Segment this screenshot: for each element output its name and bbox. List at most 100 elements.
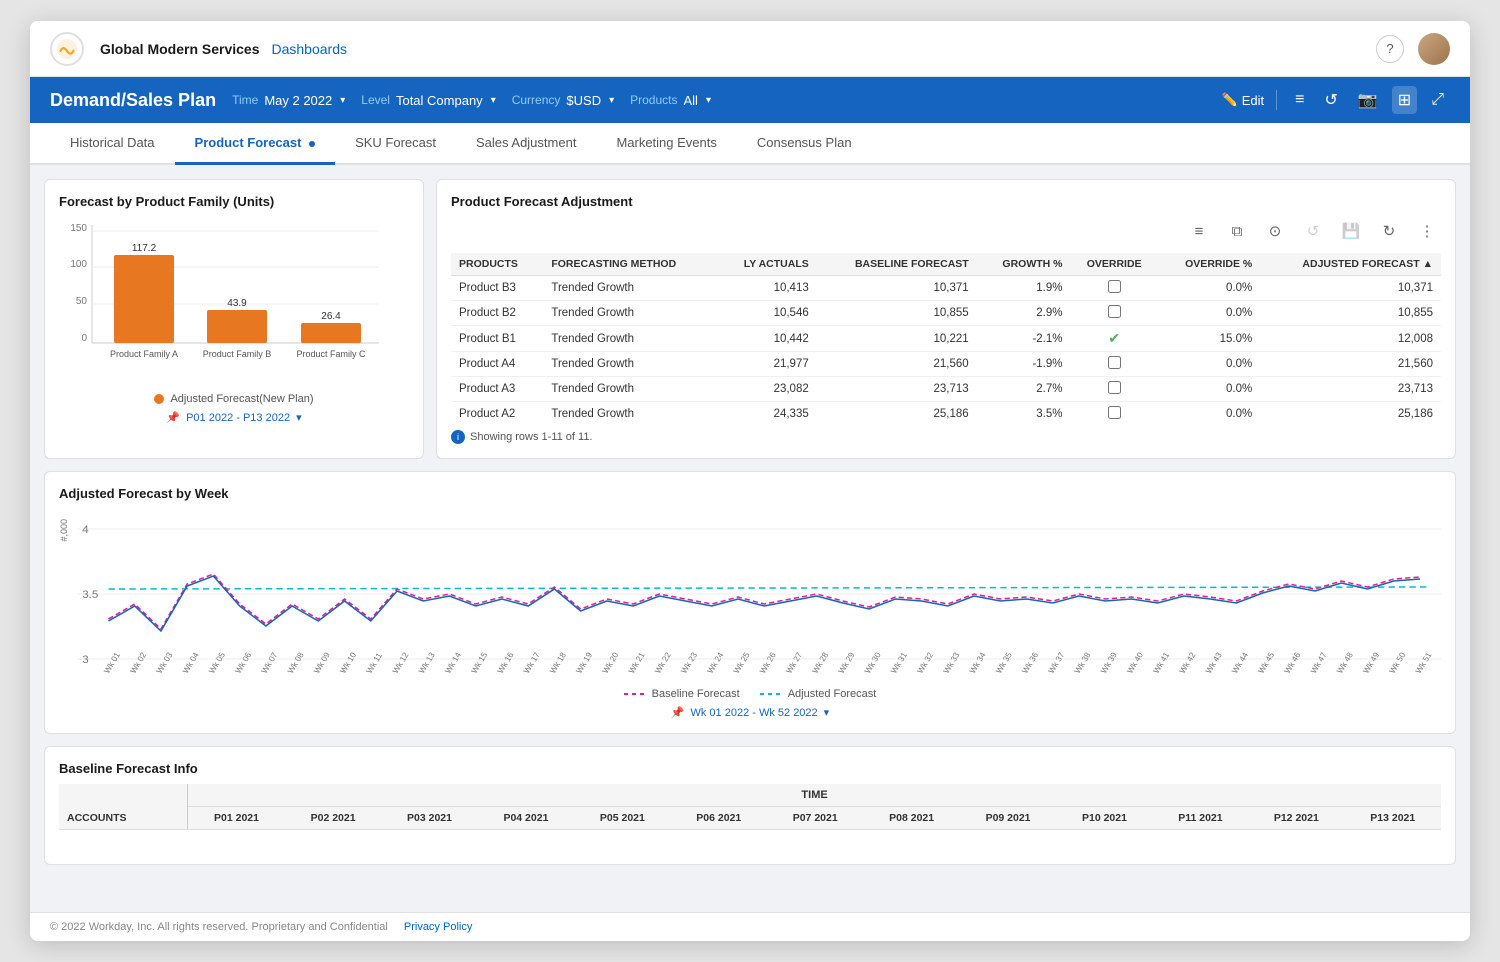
- company-name: Global Modern Services: [100, 41, 260, 57]
- cell-override[interactable]: [1070, 402, 1157, 425]
- override-checkbox[interactable]: [1108, 406, 1121, 419]
- cell-override-pct: 0.0%: [1158, 402, 1260, 425]
- override-checkbox[interactable]: [1108, 381, 1121, 394]
- time-period-header: P06 2021: [671, 807, 767, 830]
- bar-chart-svg: 150 100 50 0: [59, 217, 399, 387]
- bar-product-family-c[interactable]: [301, 323, 361, 343]
- bar-product-family-b[interactable]: [207, 310, 267, 343]
- col-ly-actuals: LY ACTUALS: [717, 253, 817, 276]
- blue-toolbar: Demand/Sales Plan Time May 2 2022 ▾ Leve…: [30, 77, 1470, 123]
- svg-text:Wk 04: Wk 04: [181, 651, 201, 675]
- cell-growth: -1.9%: [977, 352, 1071, 377]
- expand-icon-btn[interactable]: ⤢: [1425, 87, 1450, 113]
- svg-text:Wk 49: Wk 49: [1361, 651, 1381, 675]
- cell-override[interactable]: [1070, 352, 1157, 377]
- filter-toolbar-icon[interactable]: ≡: [1185, 217, 1213, 245]
- tab-dot: [309, 141, 315, 147]
- override-checkbox[interactable]: [1108, 305, 1121, 318]
- svg-text:Product Family B: Product Family B: [203, 349, 272, 359]
- edit-label: Edit: [1242, 93, 1264, 108]
- legend-dot-icon: [154, 394, 164, 404]
- cell-override-pct: 0.0%: [1158, 352, 1260, 377]
- cell-ly-actuals: 24,335: [717, 402, 817, 425]
- help-icon[interactable]: ?: [1376, 35, 1404, 63]
- svg-text:3: 3: [82, 654, 88, 666]
- copy-toolbar-icon[interactable]: ⧉: [1223, 217, 1251, 245]
- svg-text:Wk 07: Wk 07: [260, 651, 280, 675]
- line-time-range-value: Wk 01 2022 - Wk 52 2022: [690, 707, 817, 719]
- tabs-bar: Historical Data Product Forecast SKU For…: [30, 123, 1470, 165]
- dashboards-link[interactable]: Dashboards: [272, 41, 348, 57]
- svg-text:Wk 09: Wk 09: [312, 651, 332, 675]
- currency-filter[interactable]: Currency $USD ▾: [512, 93, 614, 108]
- svg-text:3.5: 3.5: [82, 589, 98, 601]
- settings-toolbar-icon[interactable]: ⊙: [1261, 217, 1289, 245]
- table-row: Product A4 Trended Growth 21,977 21,560 …: [451, 352, 1441, 377]
- svg-text:Wk 24: Wk 24: [706, 651, 726, 675]
- override-checkbox[interactable]: [1108, 280, 1121, 293]
- svg-text:43.9: 43.9: [227, 298, 247, 309]
- svg-text:Wk 37: Wk 37: [1047, 651, 1067, 675]
- user-avatar[interactable]: [1418, 33, 1450, 65]
- svg-text:Wk 18: Wk 18: [548, 651, 568, 675]
- bar-chart-time-range[interactable]: 📌 P01 2022 - P13 2022 ▾: [59, 411, 409, 424]
- pencil-icon: ✏️: [1222, 92, 1238, 108]
- svg-text:Wk 36: Wk 36: [1020, 651, 1040, 675]
- level-value: Total Company: [396, 93, 483, 108]
- bar-chart-panel: Forecast by Product Family (Units) 150 1…: [44, 179, 424, 459]
- products-filter[interactable]: Products All ▾: [630, 93, 711, 108]
- tab-marketing-events[interactable]: Marketing Events: [596, 123, 736, 165]
- baseline-empty-row: [59, 830, 1441, 850]
- bar-chart-legend: Adjusted Forecast(New Plan): [59, 393, 409, 405]
- time-filter[interactable]: Time May 2 2022 ▾: [232, 93, 345, 108]
- tab-historical-data[interactable]: Historical Data: [50, 123, 175, 165]
- svg-text:Wk 08: Wk 08: [286, 651, 306, 675]
- time-period-header: P02 2021: [285, 807, 381, 830]
- undo-toolbar-icon[interactable]: ↺: [1299, 217, 1327, 245]
- filter-icon-btn[interactable]: ≡: [1289, 87, 1310, 113]
- svg-text:Wk 22: Wk 22: [653, 651, 673, 675]
- svg-text:Wk 45: Wk 45: [1256, 651, 1276, 675]
- cell-override[interactable]: [1070, 276, 1157, 301]
- svg-text:Wk 21: Wk 21: [627, 651, 647, 675]
- col-override-pct: OVERRIDE %: [1158, 253, 1260, 276]
- line-chart-time-range[interactable]: 📌 Wk 01 2022 - Wk 52 2022 ▾: [59, 706, 1441, 719]
- more-toolbar-icon[interactable]: ⋮: [1413, 217, 1441, 245]
- cell-baseline: 10,855: [817, 301, 977, 326]
- privacy-policy-link[interactable]: Privacy Policy: [404, 921, 472, 933]
- level-filter[interactable]: Level Total Company ▾: [361, 93, 495, 108]
- cell-ly-actuals: 23,082: [717, 377, 817, 402]
- tab-sales-adjustment[interactable]: Sales Adjustment: [456, 123, 596, 165]
- refresh-toolbar-icon[interactable]: ↻: [1375, 217, 1403, 245]
- line-chevron-icon: ▾: [824, 706, 830, 719]
- tab-product-forecast[interactable]: Product Forecast: [175, 123, 336, 165]
- toolbar-actions: ✏️ Edit ≡ ↺ 📷 ⊞ ⤢: [1222, 86, 1450, 114]
- svg-text:Wk 33: Wk 33: [942, 651, 962, 675]
- table-row: Product A2 Trended Growth 24,335 25,186 …: [451, 402, 1441, 425]
- cell-override[interactable]: [1070, 301, 1157, 326]
- camera-icon-btn[interactable]: 📷: [1352, 86, 1384, 114]
- cell-method: Trended Growth: [543, 402, 717, 425]
- cell-adjusted: 21,560: [1260, 352, 1441, 377]
- svg-text:Wk 02: Wk 02: [129, 651, 149, 675]
- bar-time-range-value: P01 2022 - P13 2022: [186, 412, 290, 424]
- time-chevron-icon: ▾: [340, 95, 345, 106]
- tab-consensus-plan[interactable]: Consensus Plan: [737, 123, 872, 165]
- time-header: TIME: [188, 784, 1441, 807]
- bar-product-family-a[interactable]: [114, 255, 174, 343]
- svg-text:Wk 11: Wk 11: [365, 651, 385, 675]
- tab-sku-forecast[interactable]: SKU Forecast: [335, 123, 456, 165]
- grid-icon-btn[interactable]: ⊞: [1392, 86, 1417, 114]
- cell-override[interactable]: ✔: [1070, 326, 1157, 352]
- svg-text:Wk 15: Wk 15: [470, 651, 490, 675]
- cell-method: Trended Growth: [543, 326, 717, 352]
- cell-adjusted: 12,008: [1260, 326, 1441, 352]
- cell-override[interactable]: [1070, 377, 1157, 402]
- time-period-header: P03 2021: [381, 807, 477, 830]
- edit-button[interactable]: ✏️ Edit: [1222, 92, 1265, 108]
- refresh-icon-btn[interactable]: ↺: [1318, 86, 1343, 114]
- time-period-header: P09 2021: [960, 807, 1056, 830]
- override-checkbox[interactable]: [1108, 356, 1121, 369]
- save-toolbar-icon[interactable]: 💾: [1337, 217, 1365, 245]
- products-label: Products: [630, 93, 677, 107]
